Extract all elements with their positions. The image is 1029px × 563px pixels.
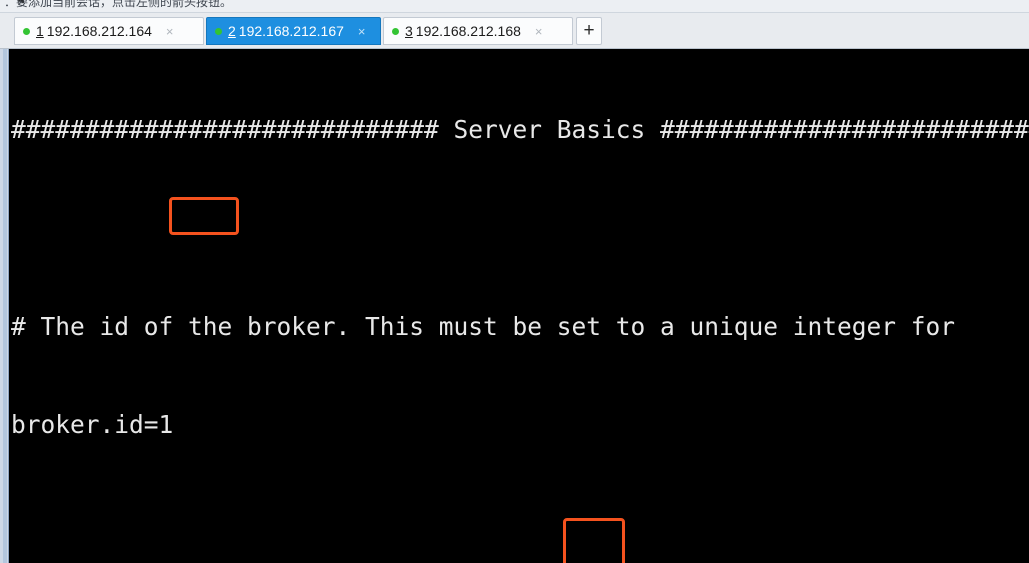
session-tab-1-index: 1 [36,23,44,39]
session-tab-2[interactable]: 2 192.168.212.167 × [206,17,381,45]
green-dot-icon [23,27,30,35]
session-tab-bar: 1 192.168.212.164 × 2 192.168.212.167 × … [0,13,1029,49]
green-dot-icon [392,27,399,35]
session-tab-2-label: 192.168.212.167 [238,23,344,39]
session-tab-1[interactable]: 1 192.168.212.164 × [14,17,204,45]
terminal-left-rail [0,49,9,563]
terminal-line: ############################# Server Bas… [11,115,1029,145]
terminal-line: # The id of the broker. This must be set… [11,311,956,341]
terminal-line-broker-id: broker.id=1 [11,409,174,439]
session-hint-bar: ⚑ ：要添加当前会话，点击左侧的箭头按钮。 [0,0,1029,13]
green-dot-icon [215,27,222,35]
close-icon[interactable]: × [166,25,174,38]
close-icon[interactable]: × [535,25,543,38]
session-tab-3-index: 3 [405,23,413,39]
close-icon[interactable]: × [358,25,366,38]
session-hint-text: ：要添加当前会话，点击左侧的箭头按钮。 [4,0,233,9]
terminal-pane[interactable]: ############################# Server Bas… [0,49,1029,563]
terminal-rail-inner [3,49,7,563]
session-tab-3-label: 192.168.212.168 [415,23,521,39]
session-tab-2-index: 2 [228,23,236,39]
new-tab-button[interactable]: + [576,17,602,45]
terminal-text: ############################# Server Bas… [11,49,1029,563]
session-tab-1-label: 192.168.212.164 [46,23,152,39]
session-tab-3[interactable]: 3 192.168.212.168 × [383,17,573,45]
